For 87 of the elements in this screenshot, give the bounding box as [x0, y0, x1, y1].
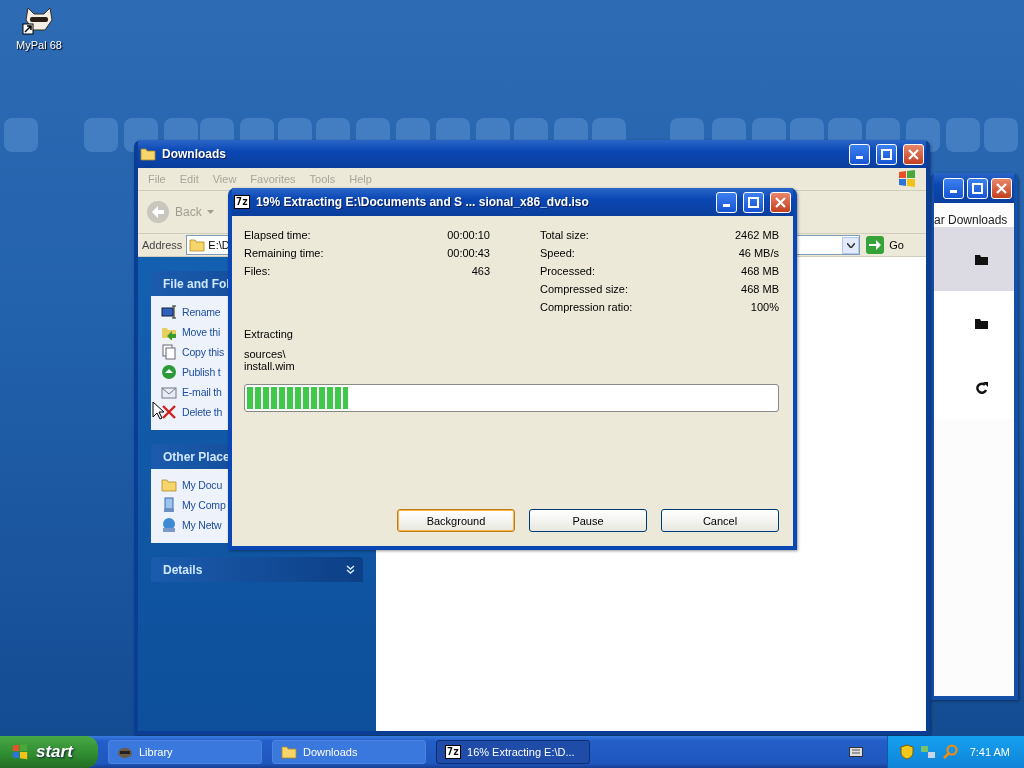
address-label: Address: [142, 239, 183, 251]
windows-logo: [10, 743, 30, 761]
task-link[interactable]: My Netw: [182, 519, 222, 531]
folder-icon: [140, 146, 156, 162]
minimize-button[interactable]: [849, 143, 870, 165]
keyboard-icon[interactable]: [848, 747, 863, 757]
maximize-button[interactable]: [967, 177, 988, 199]
stat-value: 46 MB/s: [738, 247, 779, 259]
task-link[interactable]: E-mail th: [182, 386, 222, 398]
stat-label: Remaining time:: [244, 247, 324, 259]
maximize-button[interactable]: [743, 191, 764, 213]
stat-label: Total size:: [540, 229, 589, 241]
icon-label: MyPal 68: [16, 39, 62, 51]
network-icon: [161, 517, 177, 533]
taskbar-button[interactable]: Library: [108, 740, 262, 764]
shield-icon[interactable]: [899, 744, 914, 760]
dialog-button[interactable]: Cancel: [661, 509, 779, 532]
dialog-button[interactable]: Background: [397, 509, 515, 532]
task-link[interactable]: Move thi: [182, 326, 221, 338]
task-link[interactable]: Rename: [182, 306, 221, 318]
clock: 7:41 AM: [969, 746, 1010, 758]
folder-icon: [161, 477, 177, 493]
task-link[interactable]: Delete th: [182, 406, 223, 418]
stat-label: Speed:: [540, 247, 575, 259]
stat-value: 00:00:43: [447, 247, 490, 259]
copy-icon: [161, 344, 177, 360]
task-link[interactable]: Copy this: [182, 346, 224, 358]
stat-value: 468 MB: [741, 265, 779, 277]
folder-icon: [189, 237, 206, 253]
globe-icon: [161, 364, 177, 380]
maximize-icon: [972, 182, 983, 194]
stat-value: 468 MB: [741, 283, 779, 295]
close-button[interactable]: [903, 143, 924, 165]
window-title: 19% Extracting E:\Documents and S ... sional_x86_dvd.iso: [256, 195, 590, 209]
go-button[interactable]: Go: [864, 236, 922, 254]
app-logo: 7z: [234, 195, 251, 209]
envelope-icon: [161, 384, 177, 400]
minimize-icon: [856, 156, 863, 159]
file-path: sources\: [244, 348, 287, 360]
minimize-button[interactable]: [943, 177, 964, 199]
stat-label: Files:: [244, 265, 271, 277]
maximize-icon: [748, 196, 759, 208]
caret-icon: [206, 210, 214, 214]
start-button[interactable]: start: [0, 736, 98, 768]
taskbar-button[interactable]: 7z 16% Extracting E:\D...: [436, 740, 590, 764]
cursor-icon: [152, 401, 164, 420]
delete-icon: [161, 404, 177, 420]
file-path: install.wim: [244, 360, 296, 372]
close-icon: [775, 196, 786, 208]
expand-chevron-icon: [346, 565, 355, 574]
maximize-icon: [881, 148, 892, 160]
task-link[interactable]: My Docu: [182, 479, 223, 491]
stat-label: Compressed size:: [540, 283, 629, 295]
rename-icon: [161, 304, 177, 320]
chevron-down-icon: [846, 242, 855, 248]
window-title: Downloads: [162, 147, 227, 161]
window-heading: ar Downloads: [934, 212, 1009, 227]
stat-label: Elapsed time:: [244, 229, 311, 241]
minimize-button[interactable]: [716, 191, 737, 213]
status-text: Extracting: [244, 328, 294, 340]
windows-logo: [896, 169, 918, 189]
panel-header[interactable]: Details: [151, 557, 363, 582]
stat-label: Compression ratio:: [540, 301, 633, 313]
refresh-icon: [975, 380, 988, 394]
minimize-icon: [950, 190, 957, 193]
close-icon: [996, 182, 1007, 194]
close-button[interactable]: [991, 177, 1012, 199]
app-logo: 7z: [445, 745, 462, 759]
list-row[interactable]: [934, 227, 1014, 291]
taskbar-button[interactable]: Downloads: [272, 740, 426, 764]
task-link[interactable]: My Comp: [182, 499, 226, 511]
folder-icon: [975, 253, 988, 265]
dropdown-button[interactable]: [842, 236, 860, 254]
task-link[interactable]: Publish t: [182, 366, 221, 378]
stat-value: 2462 MB: [734, 229, 779, 241]
dialog-button[interactable]: Pause: [529, 509, 647, 532]
stat-value: 00:00:10: [447, 229, 490, 241]
stat-value: 463: [471, 265, 490, 277]
close-button[interactable]: [770, 191, 791, 213]
computer-icon: [161, 497, 177, 513]
maximize-button[interactable]: [876, 143, 897, 165]
close-icon: [908, 148, 919, 160]
minimize-icon: [723, 204, 730, 207]
folder-icon: [281, 744, 297, 760]
stat-value: 100%: [750, 301, 779, 313]
folder-icon: [975, 317, 988, 329]
stat-label: Processed:: [540, 265, 596, 277]
